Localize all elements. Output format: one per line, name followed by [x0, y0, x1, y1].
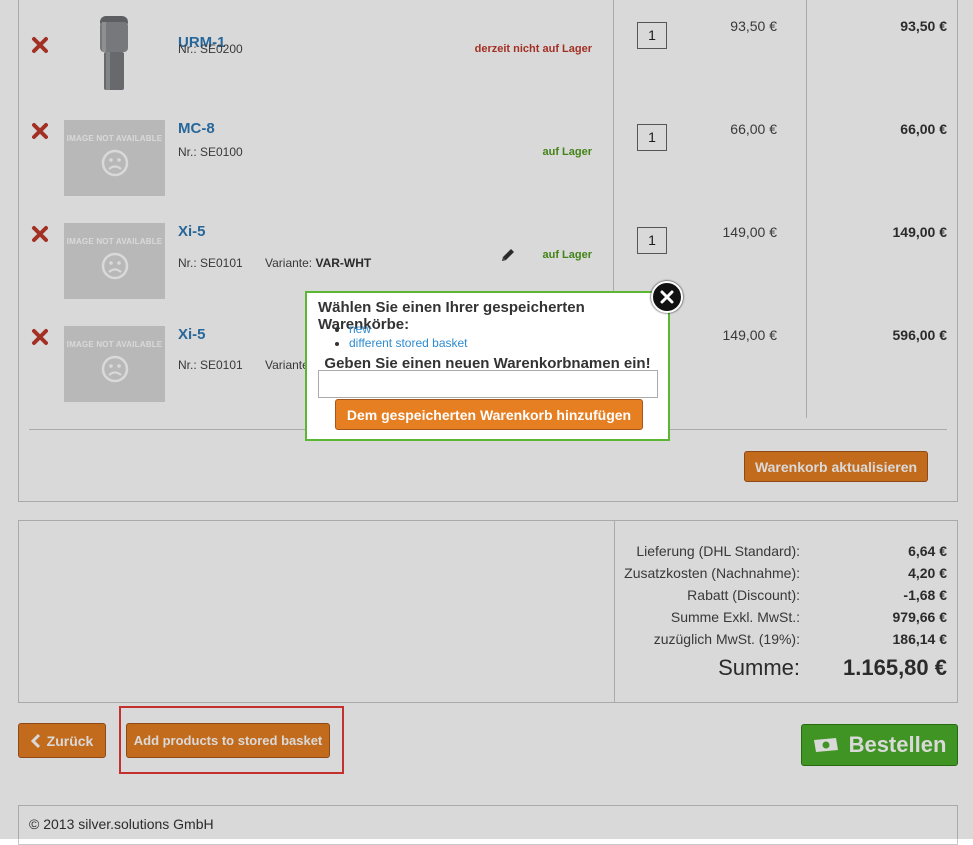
add-to-stored-basket-submit[interactable]: Dem gespeicherten Warenkorb hinzufügen [335, 399, 643, 430]
basket-name-input[interactable] [318, 370, 658, 398]
basket-option-new[interactable]: new [349, 322, 371, 336]
close-dialog-button[interactable] [651, 281, 683, 313]
checkout-page: URM-1 Nr.: SE0200 derzeit nicht auf Lage… [0, 0, 973, 845]
stored-basket-list: new different stored basket [335, 322, 468, 350]
close-icon [660, 290, 674, 304]
basket-option-different[interactable]: different stored basket [349, 336, 468, 350]
stored-basket-dialog: Wählen Sie einen Ihrer gespeicherten War… [305, 291, 670, 441]
list-item: different stored basket [349, 336, 468, 350]
list-item: new [349, 322, 468, 336]
